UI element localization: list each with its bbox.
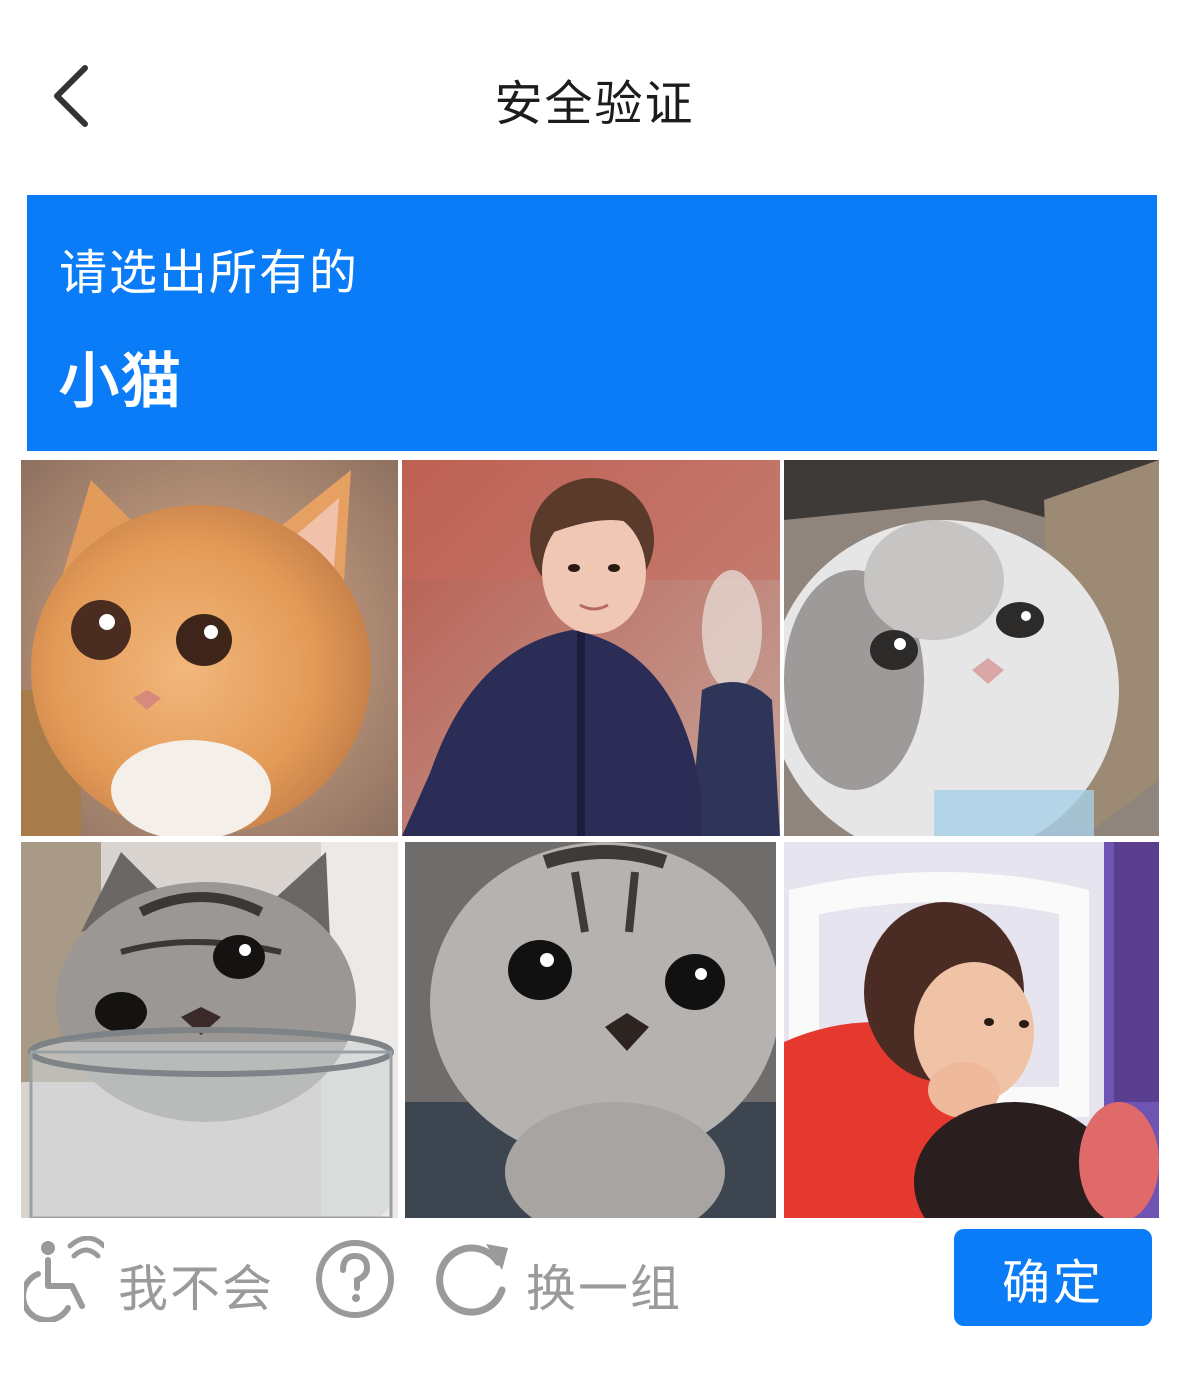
- page-title: 安全验证: [494, 76, 695, 132]
- refresh-icon: [434, 1238, 512, 1332]
- help-button[interactable]: [314, 1235, 396, 1335]
- question-circle-icon: [314, 1238, 396, 1332]
- refresh-button[interactable]: 换一组: [434, 1235, 682, 1335]
- accessibility-icon: [20, 1235, 107, 1334]
- image-tile-2[interactable]: [402, 460, 780, 836]
- accessibility-button[interactable]: 我不会: [20, 1235, 274, 1335]
- image-tile-3[interactable]: [784, 460, 1159, 836]
- prompt-banner: 请选出所有的 小猫: [27, 195, 1157, 451]
- confirm-button[interactable]: 确定: [954, 1229, 1152, 1326]
- captcha-image-grid: [21, 460, 1159, 1218]
- image-tile-5[interactable]: [405, 842, 776, 1218]
- accessibility-label: 我不会: [118, 1260, 274, 1318]
- image-tile-4[interactable]: [21, 842, 398, 1218]
- image-tile-1[interactable]: [21, 460, 398, 836]
- top-bar: 安全验证: [0, 0, 1179, 190]
- refresh-label: 换一组: [526, 1260, 682, 1318]
- prompt-instruction: 请选出所有的: [59, 245, 360, 301]
- image-tile-6[interactable]: [784, 842, 1159, 1218]
- bottom-toolbar: 我不会 换一组 确定: [0, 1225, 1179, 1345]
- prompt-target: 小猫: [59, 347, 183, 417]
